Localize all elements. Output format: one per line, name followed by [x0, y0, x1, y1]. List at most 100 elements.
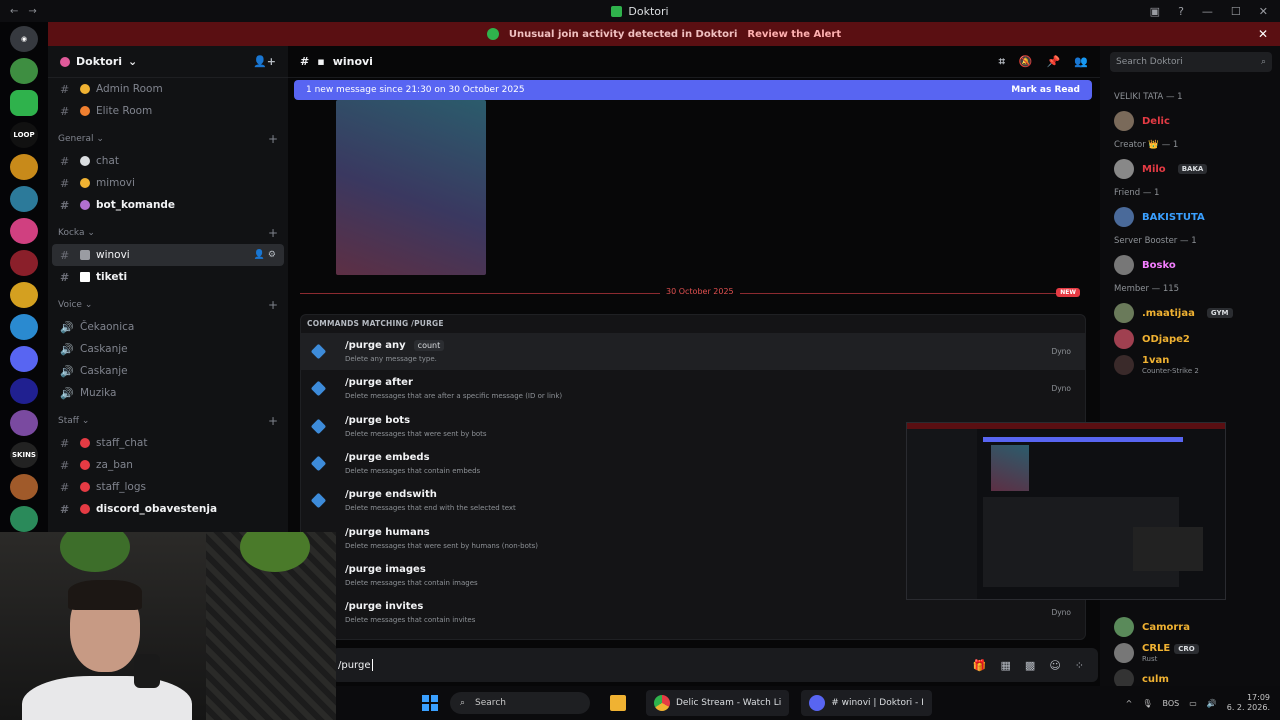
close-window-button[interactable]: ✕ [1259, 5, 1268, 18]
channel-discord-obavestenja[interactable]: # discord_obavestenja [48, 498, 288, 520]
emoji-icon [80, 84, 90, 94]
channel-admin-room[interactable]: # Admin Room [48, 78, 288, 100]
member-item[interactable]: 1van Counter-Strike 2 [1100, 352, 1280, 378]
inbox-icon[interactable]: ▣ [1150, 5, 1160, 18]
search-input[interactable]: Search Doktori ⌕ [1110, 52, 1272, 72]
add-channel-icon[interactable]: + [268, 132, 278, 146]
server-list: ◉ LOOP SKINS [0, 22, 48, 532]
member-item[interactable]: Delic [1100, 108, 1280, 134]
taskbar-app[interactable]: # winovi | Doktori - I [801, 690, 932, 716]
server-header[interactable]: Doktori ⌄ 👤+ [48, 46, 288, 78]
threads-icon[interactable]: ⌗ [999, 55, 1005, 69]
stream-preview-overlay[interactable] [906, 422, 1226, 600]
category-voice[interactable]: Voice ⌄ + [48, 294, 288, 316]
windows-start-icon[interactable] [422, 695, 438, 711]
phone [134, 654, 160, 688]
channel-label: Caskanje [80, 343, 128, 355]
server-icon[interactable] [10, 410, 38, 436]
message-input[interactable]: /purge 🎁 ▦ ▩ ☺ ⁘ [332, 648, 1098, 682]
server-icon[interactable] [10, 58, 38, 84]
gif-icon[interactable]: ▦ [1001, 659, 1011, 672]
clock[interactable]: 17:09 6. 2. 2026. [1227, 693, 1270, 713]
system-tray: ^ 🎙 BOS ▭ 🔊 17:09 6. 2. 2026. [1126, 693, 1280, 713]
category-general[interactable]: General ⌄ + [48, 128, 288, 150]
hash-icon: # [60, 198, 70, 212]
member-name: Milo [1142, 163, 1166, 175]
server-icon[interactable] [10, 346, 38, 372]
member-item[interactable]: .maatijaa GYM [1100, 300, 1280, 326]
mark-as-read-button[interactable]: Mark as Read [1011, 85, 1080, 95]
file-explorer-icon[interactable] [602, 690, 634, 716]
language-indicator[interactable]: BOS [1162, 699, 1179, 708]
volume-icon[interactable]: 🔊 [1207, 699, 1217, 708]
maximize-button[interactable]: ☐ [1231, 5, 1241, 18]
category-kocka[interactable]: Kocka ⌄ + [48, 222, 288, 244]
member-list-icon[interactable]: 👥 [1074, 55, 1088, 69]
hash-icon: # [60, 104, 70, 118]
voice-channel[interactable]: 🔊 Muzika [48, 382, 288, 404]
server-icon[interactable] [10, 314, 38, 340]
back-arrow-icon[interactable]: ← [10, 6, 18, 17]
member-item[interactable]: ODjape2 [1100, 326, 1280, 352]
server-icon[interactable] [10, 250, 38, 276]
image-attachment[interactable] [336, 100, 486, 275]
channel-winovi[interactable]: # winovi 👤 ⚙ [52, 244, 284, 266]
member-item[interactable]: Camorra [1100, 614, 1280, 640]
emoji-icon[interactable]: ☺ [1049, 659, 1060, 672]
command-option[interactable]: /purge after Delete messages that are aft… [301, 370, 1085, 407]
channel-tiketi[interactable]: # tiketi [48, 266, 288, 288]
chevron-up-icon[interactable]: ^ [1126, 699, 1133, 708]
server-icon[interactable] [10, 474, 38, 500]
add-channel-icon[interactable]: + [268, 226, 278, 240]
voice-channel[interactable]: 🔊 Čekaonica [48, 316, 288, 338]
close-alert-button[interactable]: ✕ [1258, 27, 1268, 41]
channel-chat[interactable]: # chat [48, 150, 288, 172]
apps-icon[interactable]: ⁘ [1075, 659, 1084, 672]
network-icon[interactable]: ▭ [1189, 699, 1197, 708]
channel-settings-icon[interactable]: 👤 ⚙ [254, 250, 276, 260]
server-icon[interactable] [10, 218, 38, 244]
new-messages-bar[interactable]: 1 new message since 21:30 on 30 October … [294, 80, 1092, 100]
channel-bot-komande[interactable]: # bot_komande [48, 194, 288, 216]
add-channel-icon[interactable]: + [268, 298, 278, 312]
server-icon[interactable]: SKINS [10, 442, 38, 468]
server-icon[interactable] [10, 506, 38, 532]
voice-channel[interactable]: 🔊 Caskanje [48, 338, 288, 360]
invite-people-icon[interactable]: 👤+ [253, 55, 276, 68]
discord-home-icon[interactable]: ◉ [10, 26, 38, 52]
mic-icon[interactable]: 🎙 [1142, 699, 1152, 708]
server-icon[interactable] [10, 154, 38, 180]
new-messages-text: 1 new message since 21:30 on 30 October … [306, 85, 525, 95]
pin-icon[interactable]: 📌 [1047, 55, 1061, 69]
server-icon[interactable]: LOOP [10, 122, 38, 148]
channel-mimovi[interactable]: # mimovi [48, 172, 288, 194]
sticker-icon[interactable]: ▩ [1025, 659, 1035, 672]
review-alert-link[interactable]: Review the Alert [747, 29, 841, 40]
member-item[interactable]: Milo BAKA [1100, 156, 1280, 182]
member-item[interactable]: Bosko [1100, 252, 1280, 278]
voice-channel[interactable]: 🔊 Caskanje [48, 360, 288, 382]
gift-icon[interactable]: 🎁 [973, 659, 987, 672]
channel-staff-chat[interactable]: # staff_chat [48, 432, 288, 454]
minimize-button[interactable]: — [1202, 5, 1213, 18]
search-icon: ⌕ [1260, 57, 1266, 67]
server-icon-doktori[interactable] [10, 90, 38, 116]
channel-elite-room[interactable]: # Elite Room [48, 100, 288, 122]
help-icon[interactable]: ? [1178, 5, 1184, 18]
server-icon[interactable] [10, 378, 38, 404]
member-item[interactable]: BAKISTUTA [1100, 204, 1280, 230]
taskbar-search[interactable]: ⌕ Search [450, 692, 590, 714]
avatar [1114, 207, 1134, 227]
member-name: Delic [1142, 115, 1170, 127]
member-item[interactable]: CRLE CRO Rust [1100, 640, 1280, 666]
server-icon[interactable] [10, 282, 38, 308]
taskbar-app[interactable]: Delic Stream - Watch Li [646, 690, 790, 716]
category-staff[interactable]: Staff ⌄ + [48, 410, 288, 432]
mute-bell-icon[interactable]: 🔕 [1019, 55, 1033, 69]
forward-arrow-icon[interactable]: → [28, 6, 36, 17]
channel-za-ban[interactable]: # za_ban [48, 454, 288, 476]
command-option[interactable]: /purge any count Delete any message type. … [301, 333, 1085, 371]
channel-staff-logs[interactable]: # staff_logs [48, 476, 288, 498]
add-channel-icon[interactable]: + [268, 414, 278, 428]
server-icon[interactable] [10, 186, 38, 212]
